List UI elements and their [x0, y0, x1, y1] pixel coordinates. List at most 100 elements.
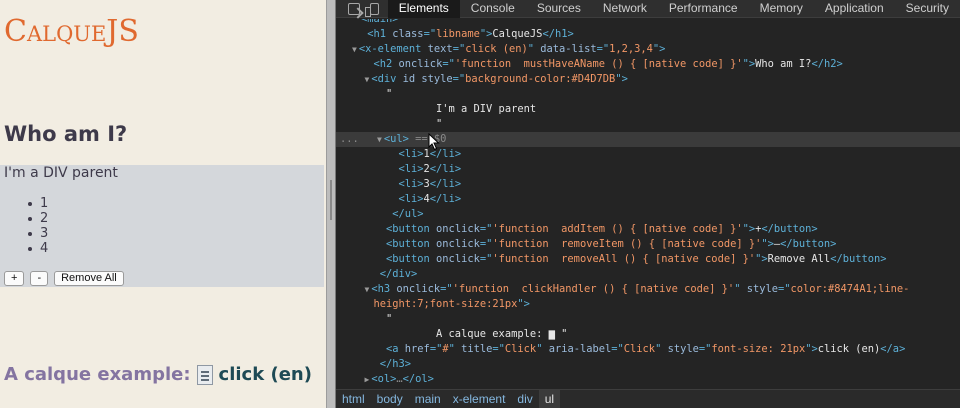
dom-token: Click — [504, 343, 537, 355]
dom-token: text — [427, 43, 453, 55]
calque-link[interactable]: click (en) — [219, 364, 312, 385]
calque-prefix: A calque example: — [4, 364, 191, 385]
list-item: 1 — [28, 196, 48, 211]
breadcrumb-html[interactable]: html — [336, 390, 371, 408]
dom-token: data-list — [540, 43, 597, 55]
dom-node-line[interactable]: </div> — [336, 267, 960, 282]
devtools-panel: Elements Console Sources Network Performance… — [336, 0, 960, 408]
dom-token: 'function removeItem () { [native code] … — [492, 238, 762, 250]
dom-token: </button> — [761, 223, 818, 235]
breadcrumb-div[interactable]: div — [511, 390, 538, 408]
tab-memory[interactable]: Memory — [749, 0, 814, 18]
dom-node-line[interactable]: ▼ <div id style="background-color:#D4D7DB… — [336, 72, 960, 87]
who-am-i-heading[interactable]: Who am I? — [4, 122, 127, 146]
dom-token: </h3> — [379, 358, 412, 370]
dom-token: href — [404, 343, 430, 355]
dom-token: <a — [386, 343, 405, 355]
dom-node-line[interactable]: " — [336, 87, 960, 102]
tab-console[interactable]: Console — [460, 0, 526, 18]
dom-node-line[interactable]: <li>4</li> — [336, 192, 960, 207]
dom-token: =" — [442, 58, 455, 70]
device-toolbar-icon[interactable] — [365, 2, 379, 17]
expand-arrow-icon[interactable]: ▼ — [365, 75, 370, 84]
tab-elements[interactable]: Elements — [387, 0, 460, 18]
dom-token: background-color:#D4D7DB — [465, 73, 616, 85]
dom-node-line[interactable]: <button onclick="'function removeAll () … — [336, 252, 960, 267]
dom-token: </li> — [429, 193, 462, 205]
dom-token: 1,2,3,4 — [609, 43, 653, 55]
dom-token: " — [655, 343, 668, 355]
number-list: 1 2 3 4 — [28, 196, 48, 256]
expand-arrow-icon[interactable]: ▼ — [352, 45, 357, 54]
dom-token: click (en) — [817, 343, 881, 355]
page-viewport: CalqueJS Who am I? I'm a DIV parent 1 2 … — [0, 0, 326, 408]
breadcrumb-main[interactable]: main — [409, 390, 447, 408]
expand-arrow-icon[interactable]: ▼ — [365, 285, 370, 294]
dom-node-line[interactable]: <li>2</li> — [336, 162, 960, 177]
dom-token: <h1 — [367, 28, 393, 40]
dom-token: =" — [452, 73, 466, 85]
tab-sources[interactable]: Sources — [526, 0, 592, 18]
dom-node-line[interactable]: " — [336, 117, 960, 132]
dom-node-line[interactable]: <h1 class="libname">CalqueJS</h1> — [336, 27, 960, 42]
remove-all-button[interactable]: Remove All — [54, 271, 124, 286]
inspect-element-icon[interactable] — [348, 2, 360, 15]
dom-token: CalqueJS — [492, 28, 543, 40]
dom-token: A calque example: — [436, 328, 549, 340]
parent-div-text: I'm a DIV parent — [4, 165, 118, 181]
dom-token: height:7;font-size:21px — [373, 298, 518, 310]
dom-node-line[interactable]: I'm a DIV parent — [336, 102, 960, 117]
breadcrumb-x-element[interactable]: x-element — [447, 390, 512, 408]
dom-node-line[interactable]: height:7;font-size:21px"> — [336, 297, 960, 312]
dom-token: " — [386, 313, 393, 325]
list-item: 3 — [28, 226, 48, 241]
dom-token: Who am I? — [755, 58, 812, 70]
dom-token: <li> — [398, 178, 424, 190]
dom-node-line[interactable]: A calque example: ▆ " — [336, 327, 960, 342]
calque-heading[interactable]: A calque example: click (en) — [4, 364, 312, 385]
dom-node-line[interactable]: </ul> — [336, 207, 960, 222]
tab-network[interactable]: Network — [592, 0, 658, 18]
breadcrumb-ul[interactable]: ul — [538, 389, 561, 408]
dom-node-line[interactable]: <main> — [336, 19, 960, 27]
dom-token: onclick — [396, 283, 441, 295]
dom-token: =" — [479, 238, 493, 250]
tab-security[interactable]: Security — [895, 0, 960, 18]
dom-token: <div — [371, 73, 403, 85]
dom-node-line[interactable]: ▼ <h3 onclick="'function clickHandler () … — [336, 282, 960, 297]
dom-node-line[interactable]: <button onclick="'function removeItem ()… — [336, 237, 960, 252]
expand-arrow-icon[interactable]: ▼ — [377, 135, 382, 144]
dom-token: <li> — [398, 163, 424, 175]
list-item: 4 — [28, 241, 48, 256]
dom-token: font-size: 21px — [711, 343, 806, 355]
dom-token: "> — [805, 343, 818, 355]
panel-splitter[interactable] — [326, 0, 336, 408]
dom-token: 'function addItem () { [native code] }' — [492, 223, 743, 235]
dom-node-line[interactable]: <a href="#" title="Click" aria-label="Cl… — [336, 342, 960, 357]
dom-token: =" — [429, 343, 443, 355]
dom-node-line[interactable]: <h2 onclick="'function mustHaveAName () … — [336, 57, 960, 72]
dom-token: " — [436, 118, 443, 130]
dom-node-line[interactable]: <button onclick="'function addItem () { … — [336, 222, 960, 237]
dom-token: id style — [402, 73, 453, 85]
remove-item-button[interactable]: - — [30, 271, 49, 286]
gutter-dots: ... — [340, 133, 359, 145]
add-item-button[interactable]: + — [4, 271, 25, 286]
dom-node-line[interactable]: ▶ <ol>…</ol> — [336, 372, 960, 386]
dom-token: <h3 — [371, 283, 397, 295]
breadcrumb-body[interactable]: body — [371, 390, 409, 408]
dom-token: "> — [755, 253, 768, 265]
dom-node-line[interactable]: ▼ <x-element text="click (en)" data-list=… — [336, 42, 960, 57]
dom-token: =" — [423, 28, 437, 40]
dom-token: =" — [479, 253, 493, 265]
dom-token: "> — [742, 223, 756, 235]
dom-token: "> — [742, 58, 756, 70]
dom-token: <h2 — [373, 58, 399, 70]
collapsed-arrow-icon[interactable]: ▶ — [365, 375, 370, 384]
dom-node-line[interactable]: " — [336, 312, 960, 327]
dom-node-line[interactable]: </h3> — [336, 357, 960, 372]
dom-node-line[interactable]: <li>3</li> — [336, 177, 960, 192]
tab-performance[interactable]: Performance — [658, 0, 749, 18]
tab-application[interactable]: Application — [814, 0, 895, 18]
dom-token: " — [734, 283, 747, 295]
